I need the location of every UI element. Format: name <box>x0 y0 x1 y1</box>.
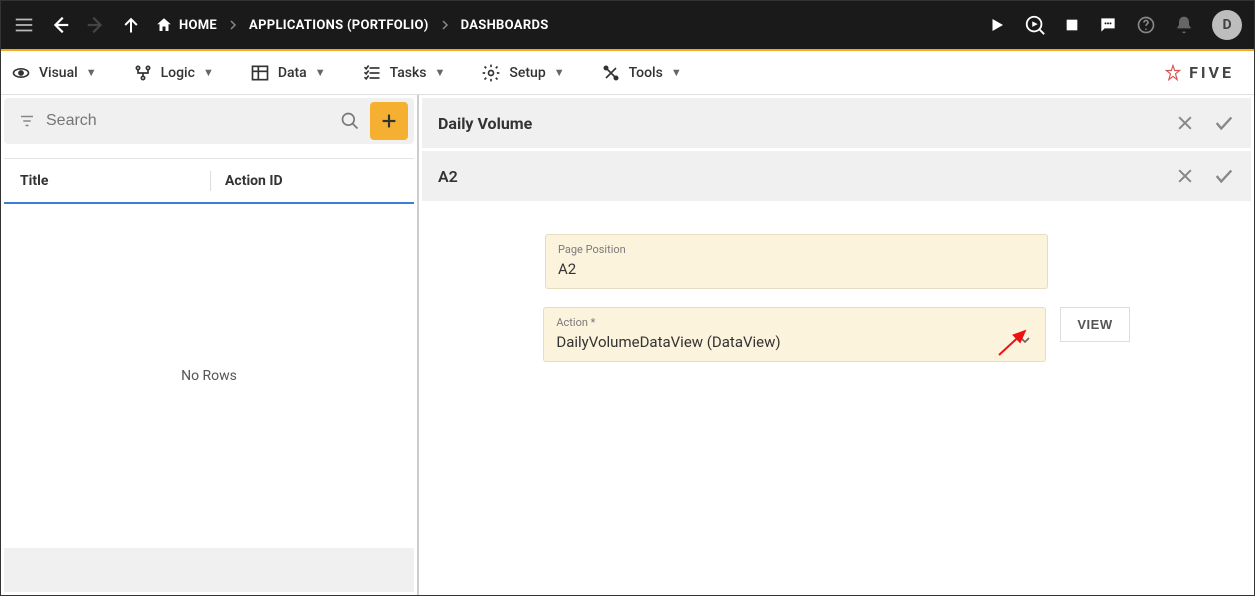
chevron-right-icon <box>439 19 451 31</box>
run-search-icon[interactable] <box>1024 14 1046 36</box>
chevron-down-icon[interactable] <box>1017 332 1033 348</box>
search-input[interactable] <box>46 112 330 130</box>
chevron-down-icon: ▼ <box>203 66 214 79</box>
panel-subtitle: A2 <box>438 167 458 186</box>
view-button[interactable]: VIEW <box>1060 307 1129 342</box>
empty-state: No Rows <box>4 204 414 548</box>
menu-data-label: Data <box>278 65 307 81</box>
search-box <box>4 98 414 144</box>
left-footer <box>4 548 414 592</box>
menu-visual-label: Visual <box>39 65 78 81</box>
up-icon[interactable] <box>121 15 141 35</box>
brand-logo: FIVE <box>1163 63 1244 83</box>
left-panel: Title Action ID No Rows <box>1 95 419 595</box>
back-icon[interactable] <box>49 14 71 36</box>
field-page-position-value: A2 <box>558 260 1035 278</box>
field-action-value: DailyVolumeDataView (DataView) <box>556 333 1033 351</box>
menu-logic-label: Logic <box>161 65 195 81</box>
menu-tasks-label: Tasks <box>390 65 427 81</box>
field-action[interactable]: Action * DailyVolumeDataView (DataView) <box>543 307 1046 362</box>
chevron-down-icon: ▼ <box>435 66 446 79</box>
topbar: HOME APPLICATIONS (PORTFOLIO) DASHBOARDS <box>1 1 1254 51</box>
panel-header-sub: A2 <box>422 151 1251 201</box>
check-icon[interactable] <box>1213 165 1235 187</box>
search-icon[interactable] <box>340 111 360 131</box>
chevron-right-icon <box>227 19 239 31</box>
column-headers: Title Action ID <box>4 158 414 204</box>
avatar[interactable]: D <box>1212 10 1242 40</box>
chevron-down-icon: ▼ <box>315 66 326 79</box>
menu-logic[interactable]: Logic ▼ <box>133 63 214 83</box>
filter-icon[interactable] <box>18 112 36 130</box>
field-page-position-label: Page Position <box>558 243 1035 256</box>
breadcrumb-home-label: HOME <box>179 18 217 33</box>
breadcrumb-applications[interactable]: APPLICATIONS (PORTFOLIO) <box>249 18 429 33</box>
close-icon[interactable] <box>1175 166 1195 186</box>
chevron-down-icon: ▼ <box>86 66 97 79</box>
stop-icon[interactable] <box>1064 17 1080 33</box>
breadcrumb-home[interactable]: HOME <box>155 16 217 34</box>
breadcrumb-dashboards-label: DASHBOARDS <box>461 18 549 33</box>
menubar: Visual ▼ Logic ▼ Data ▼ Tasks ▼ Setup ▼ … <box>1 51 1254 95</box>
chevron-down-icon: ▼ <box>671 66 682 79</box>
menu-tools-label: Tools <box>629 65 663 81</box>
empty-state-text: No Rows <box>181 368 237 384</box>
brand-text: FIVE <box>1189 63 1234 82</box>
right-panel: Daily Volume A2 Page Position A <box>419 95 1254 595</box>
bell-icon[interactable] <box>1174 15 1194 35</box>
help-icon[interactable] <box>1136 15 1156 35</box>
column-action-id[interactable]: Action ID <box>225 173 283 189</box>
breadcrumb: HOME APPLICATIONS (PORTFOLIO) DASHBOARDS <box>155 16 549 34</box>
chat-icon[interactable] <box>1098 15 1118 35</box>
menu-setup[interactable]: Setup ▼ <box>481 63 564 83</box>
check-icon[interactable] <box>1213 112 1235 134</box>
menu-tasks[interactable]: Tasks ▼ <box>362 63 446 83</box>
form-area: Page Position A2 Action * DailyVolumeDat… <box>422 204 1251 392</box>
field-page-position[interactable]: Page Position A2 <box>545 234 1048 289</box>
play-icon[interactable] <box>988 16 1006 34</box>
hamburger-icon[interactable] <box>13 14 35 36</box>
menu-setup-label: Setup <box>509 65 545 81</box>
field-action-label: Action * <box>556 316 1033 329</box>
menu-data[interactable]: Data ▼ <box>250 63 326 83</box>
chevron-down-icon: ▼ <box>554 66 565 79</box>
close-icon[interactable] <box>1175 113 1195 133</box>
column-title[interactable]: Title <box>20 173 210 189</box>
add-button[interactable] <box>370 102 408 140</box>
breadcrumb-applications-label: APPLICATIONS (PORTFOLIO) <box>249 18 429 33</box>
avatar-letter: D <box>1222 17 1231 33</box>
breadcrumb-dashboards[interactable]: DASHBOARDS <box>461 18 549 33</box>
panel-header-main: Daily Volume <box>422 98 1251 148</box>
panel-title: Daily Volume <box>438 114 532 133</box>
menu-tools[interactable]: Tools ▼ <box>601 63 682 83</box>
forward-icon <box>85 14 107 36</box>
menu-visual[interactable]: Visual ▼ <box>11 63 97 83</box>
